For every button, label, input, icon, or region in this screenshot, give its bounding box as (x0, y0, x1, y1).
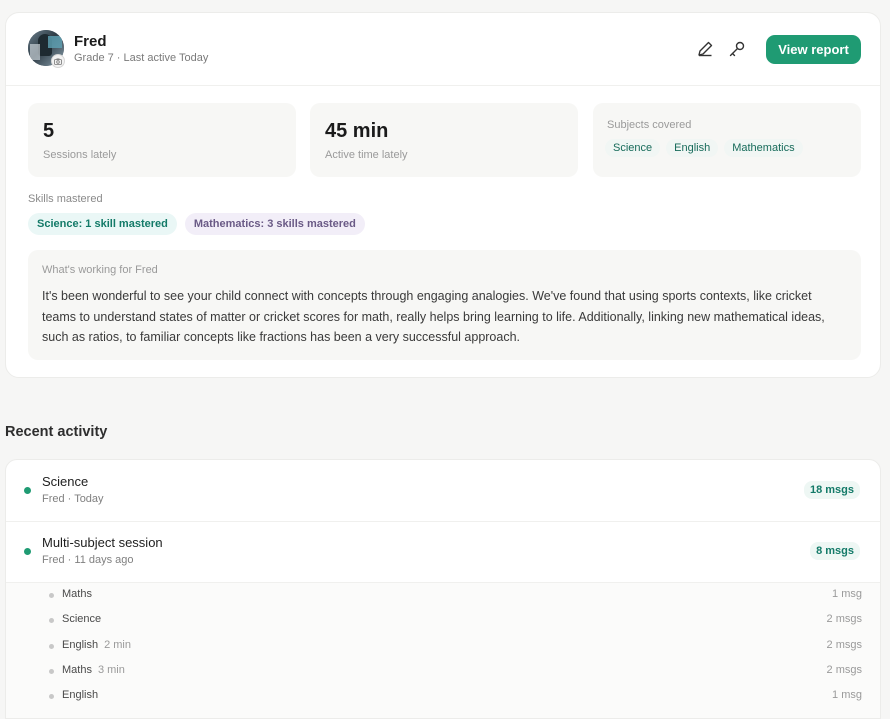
subject-chip: Science (605, 139, 661, 157)
subitem-msgs: 1 msg (832, 689, 862, 701)
activity-row[interactable]: Multi-subject session Fred · 11 days ago… (6, 521, 880, 583)
subject-chip: English (666, 139, 719, 157)
subitem-msgs: 1 msg (832, 588, 862, 600)
activity-title: Science (42, 474, 89, 489)
subjects-stat: Subjects covered Science English Mathema… (593, 103, 861, 177)
bullet-icon (49, 694, 54, 699)
subitem-subject: Maths (62, 588, 92, 600)
status-dot-icon (24, 487, 31, 494)
camera-icon[interactable] (51, 54, 65, 68)
subitem-label: Maths 3 min (62, 664, 125, 676)
subjects-label: Subjects covered (607, 119, 692, 131)
skill-chips: Science: 1 skill mastered Mathematics: 3… (28, 213, 365, 235)
subitem-duration: 3 min (97, 664, 125, 676)
view-report-button[interactable]: View report (766, 35, 861, 64)
active-time-label: Active time lately (325, 149, 408, 161)
subitem-row[interactable]: Science 2 msgs (6, 608, 880, 633)
subitem-label: English (62, 689, 104, 701)
subitem-row[interactable]: English 2 min 2 msgs (6, 634, 880, 659)
subitem-label: Science (62, 613, 107, 625)
active-time-stat: 45 min Active time lately (310, 103, 578, 177)
message-count-badge: 18 msgs (803, 481, 860, 499)
bullet-icon (49, 644, 54, 649)
key-icon (729, 41, 745, 57)
skill-chip-mathematics: Mathematics: 3 skills mastered (184, 213, 365, 235)
subitem-msgs: 2 msgs (826, 664, 862, 676)
bullet-icon (49, 593, 54, 598)
subitem-msgs: 2 msgs (826, 639, 862, 651)
activity-subline: Fred · 11 days ago (42, 554, 134, 566)
subitem-label: English 2 min (62, 639, 131, 651)
message-count-badge: 8 msgs (810, 542, 860, 560)
sessions-stat: 5 Sessions lately (28, 103, 296, 177)
activity-row[interactable]: Science Fred · Today 18 msgs (6, 460, 880, 522)
status-dot-icon (24, 548, 31, 555)
active-time-value: 45 min (325, 120, 389, 142)
session-subitems: Maths 1 msg Science 2 msgs English 2 min … (6, 583, 880, 718)
profile-header: Fred Grade 7 · Last active Today View re… (6, 13, 880, 86)
activity-list: Science Fred · Today 18 msgs Multi-subje… (5, 459, 881, 719)
subject-chip: Mathematics (724, 139, 803, 157)
subitem-row[interactable]: English 1 msg (6, 684, 880, 709)
subitem-subject: English (62, 689, 99, 701)
subject-chips: Science English Mathematics (605, 139, 803, 157)
key-button[interactable] (727, 39, 747, 59)
subitem-row[interactable]: Maths 3 min 2 msgs (6, 659, 880, 684)
subitem-subject: Maths (62, 664, 92, 676)
avatar-photo-highlight (30, 44, 40, 60)
subitem-label: Maths (62, 588, 98, 600)
skill-chip-science: Science: 1 skill mastered (28, 213, 177, 235)
edit-button[interactable] (695, 39, 715, 59)
subitem-duration: 2 min (104, 639, 131, 651)
activity-subline: Fred · Today (42, 493, 104, 505)
sessions-label: Sessions lately (43, 149, 117, 161)
recent-activity-title: Recent activity (5, 424, 108, 440)
bullet-icon (49, 618, 54, 623)
student-subline: Grade 7 · Last active Today (74, 52, 209, 64)
profile-card: Fred Grade 7 · Last active Today View re… (5, 12, 881, 378)
whats-working-text: It's been wonderful to see your child co… (42, 289, 825, 344)
whats-working-box: What's working for Fred It's been wonder… (28, 250, 861, 360)
subitem-subject: Science (62, 613, 102, 625)
whats-working-title: What's working for Fred (42, 264, 158, 276)
subitem-msgs: 2 msgs (826, 613, 862, 625)
skills-label: Skills mastered (28, 193, 103, 205)
student-name: Fred (74, 33, 107, 50)
avatar-photo-detail (48, 36, 62, 48)
sessions-value: 5 (43, 120, 55, 142)
activity-title: Multi-subject session (42, 535, 163, 550)
subitem-row[interactable]: Maths 1 msg (6, 583, 880, 608)
bullet-icon (49, 669, 54, 674)
pencil-icon (698, 41, 713, 57)
subitem-subject: English (62, 639, 99, 651)
